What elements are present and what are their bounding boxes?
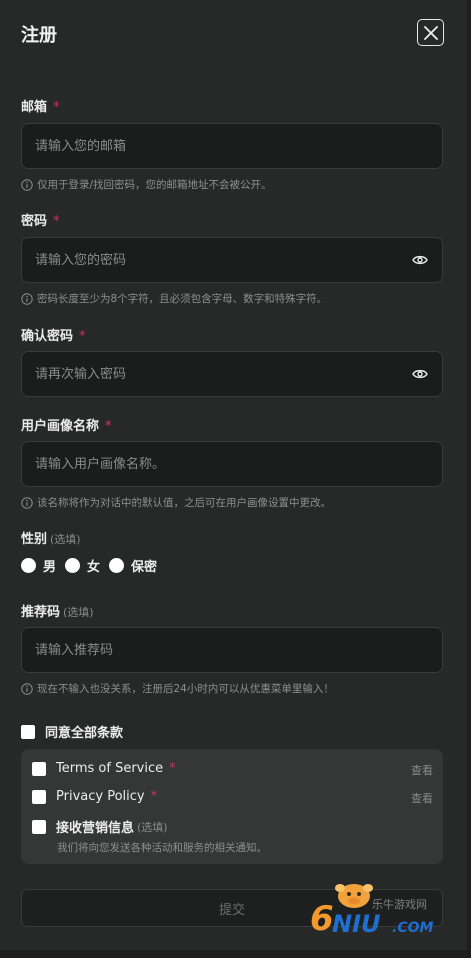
- gender-label: 性别 (选填): [21, 532, 81, 547]
- radio-circle[interactable]: [65, 558, 81, 573]
- optional-tag: (选填): [137, 820, 168, 834]
- optional-tag: (选填): [50, 533, 81, 546]
- confirm-password-field[interactable]: [35, 366, 411, 382]
- radio-circle[interactable]: [21, 558, 36, 573]
- gender-radio-male[interactable]: 男: [21, 556, 56, 575]
- eye-icon[interactable]: [411, 365, 429, 383]
- close-button[interactable]: [417, 19, 444, 46]
- scrollbar-track: [467, 0, 471, 950]
- persona-name-field-container[interactable]: [21, 441, 443, 487]
- info-icon: [21, 178, 33, 191]
- persona-name-hint: 该名称将作为对话中的默认值，之后可在用户画像设置中更改。: [21, 495, 331, 510]
- marketing-checkbox[interactable]: 接收营销信息 (选填): [32, 817, 168, 836]
- svg-text:.COM: .COM: [392, 920, 433, 936]
- terms-box: Terms of Service * 查看 Privacy Policy * 查看 …: [21, 749, 443, 864]
- email-hint: 仅用于登录/找回密码，您的邮箱地址不会被公开。: [21, 177, 272, 192]
- agree-all-checkbox[interactable]: 同意全部条款: [21, 722, 123, 741]
- email-field-container[interactable]: [21, 123, 443, 169]
- info-icon: [21, 292, 33, 305]
- gender-radio-secret[interactable]: 保密: [109, 556, 157, 575]
- checkbox[interactable]: [32, 761, 46, 776]
- optional-tag: (选填): [63, 606, 94, 619]
- site-watermark-logo: 6 NIU .COM 乐牛游戏网: [310, 884, 433, 939]
- view-privacy-link[interactable]: 查看: [411, 790, 433, 806]
- persona-name-label: 用户画像名称 *: [21, 419, 112, 434]
- privacy-policy-checkbox[interactable]: Privacy Policy *: [32, 789, 157, 804]
- confirm-password-field-container[interactable]: [21, 351, 443, 397]
- watermark-subtitle: 乐牛游戏网: [372, 897, 427, 911]
- radio-circle[interactable]: [109, 558, 125, 573]
- gender-options: 男 女 保密: [21, 556, 166, 575]
- required-mark: *: [150, 789, 158, 804]
- register-panel: 注册 邮箱* 仅用于登录/找回密码，您的邮箱地址不会被公开。 密码* 密码长度至…: [0, 0, 471, 950]
- checkbox[interactable]: [32, 819, 46, 834]
- password-field[interactable]: [35, 252, 411, 268]
- referral-hint: 现在不输入也没关系，注册后24小时内可以从优惠菜单里输入！: [21, 681, 334, 696]
- required-mark: *: [53, 214, 60, 229]
- terms-of-service-checkbox[interactable]: Terms of Service *: [32, 761, 176, 776]
- marketing-note: 我们将向您发送各种活动和服务的相关通知。: [57, 842, 267, 854]
- info-icon: [21, 682, 33, 695]
- close-icon: [423, 25, 438, 40]
- referral-field-container[interactable]: [21, 627, 443, 673]
- persona-name-field[interactable]: [35, 456, 429, 472]
- referral-code-field[interactable]: [35, 642, 429, 658]
- svg-text:NIU: NIU: [332, 910, 381, 938]
- required-mark: *: [53, 100, 60, 115]
- password-hint: 密码长度至少为8个字符，且必须包含字母、数字和特殊字符。: [21, 291, 327, 306]
- required-mark: *: [105, 419, 112, 434]
- gender-radio-female[interactable]: 女: [65, 556, 100, 575]
- email-label: 邮箱 *: [21, 100, 60, 115]
- info-icon: [21, 496, 33, 509]
- eye-icon[interactable]: [411, 251, 429, 269]
- svg-text:6: 6: [310, 899, 334, 939]
- required-mark: *: [169, 761, 176, 776]
- confirm-password-label: 确认密码 *: [21, 329, 86, 344]
- password-label: 密码 *: [21, 214, 60, 229]
- checkbox[interactable]: [21, 724, 35, 739]
- email-field[interactable]: [35, 138, 429, 154]
- page-title: 注册: [21, 25, 57, 46]
- referral-label: 推荐码 (选填): [21, 605, 94, 620]
- checkbox[interactable]: [32, 789, 46, 804]
- required-mark: *: [79, 329, 86, 344]
- view-terms-link[interactable]: 查看: [411, 762, 433, 778]
- password-field-container[interactable]: [21, 237, 443, 283]
